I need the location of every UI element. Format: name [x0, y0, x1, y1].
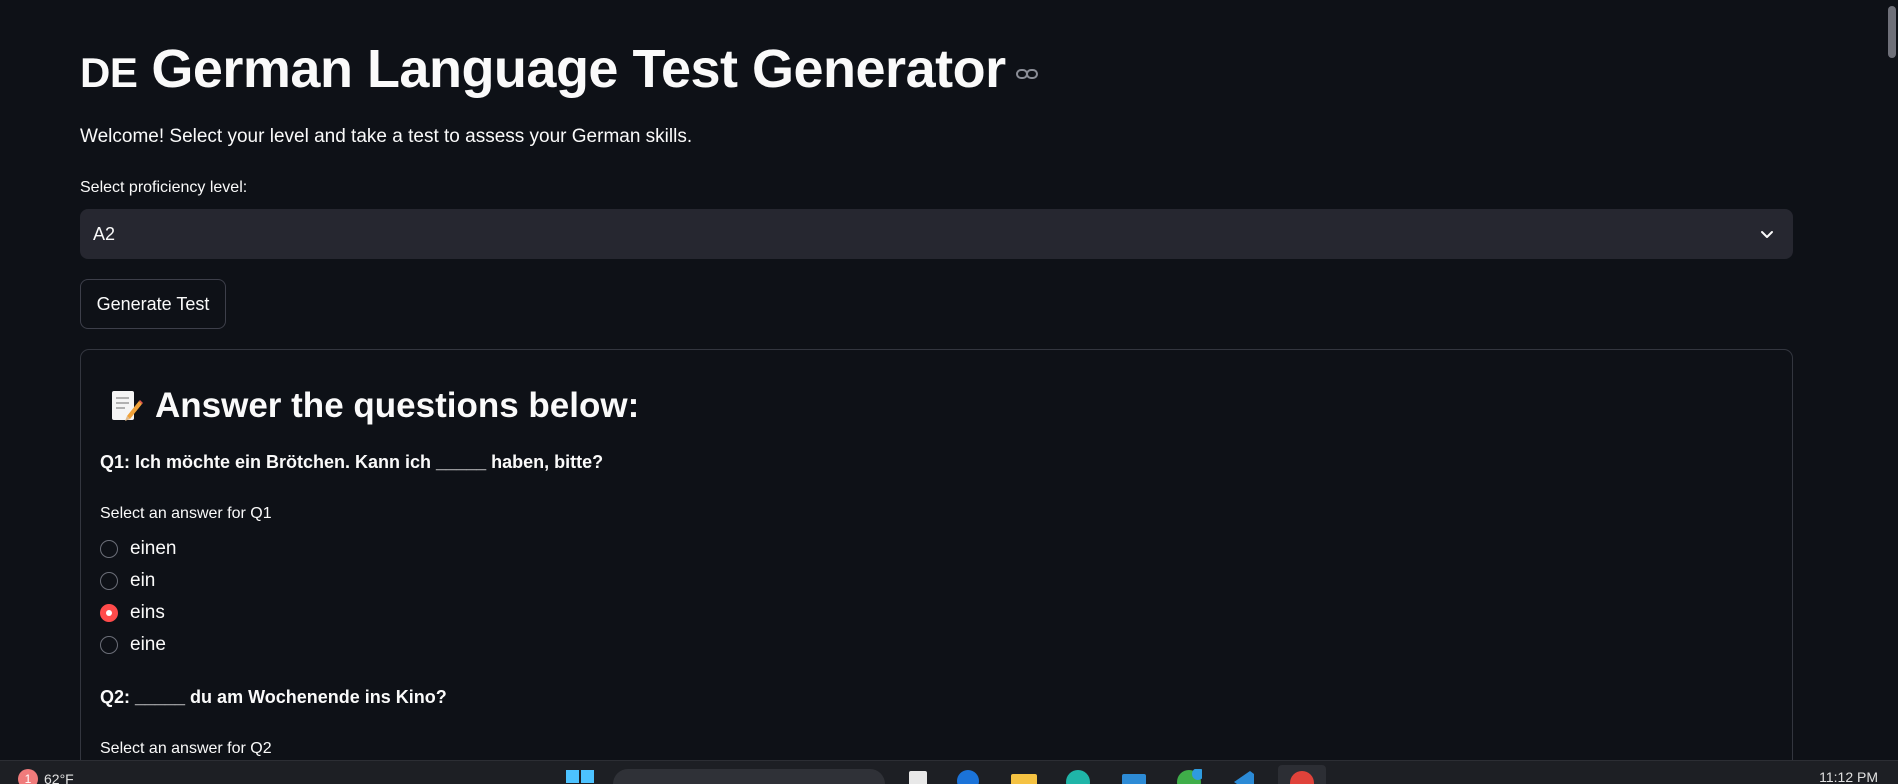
level-select-label: Select proficiency level: — [80, 179, 248, 196]
weather-badge[interactable]: 1 — [18, 769, 38, 784]
active-app-icon[interactable] — [1278, 765, 1326, 784]
title-text: German Language Test Generator — [151, 39, 1006, 99]
store-icon[interactable] — [1120, 769, 1148, 784]
q1-option-eins[interactable]: eins — [100, 602, 165, 624]
question-1-prompt: Select an answer for Q1 — [100, 505, 272, 522]
page-title: DE German Language Test Generator — [80, 38, 1038, 100]
weather-temperature[interactable]: 62°F — [44, 771, 74, 784]
teal-app-icon[interactable] — [1065, 769, 1091, 784]
taskbar-clock[interactable]: 11:12 PM — [1819, 769, 1878, 784]
test-card-title: Answer the questions below: — [107, 386, 639, 426]
question-1-text: Q1: Ich möchte ein Brötchen. Kann ich __… — [100, 452, 604, 472]
page-scrollbar[interactable] — [1886, 0, 1898, 760]
option-label: einen — [130, 538, 177, 559]
os-taskbar: 1 62°F 11:12 PM — [0, 760, 1898, 784]
question-2-text: Q2: _____ du am Wochenende ins Kino? — [100, 687, 447, 707]
flag-de-icon: DE — [80, 49, 138, 96]
q1-option-eine[interactable]: eine — [100, 634, 166, 656]
memo-icon — [107, 388, 143, 424]
file-explorer-icon[interactable] — [1010, 769, 1038, 784]
app-window: DE German Language Test Generator Welcom… — [0, 0, 1898, 760]
test-card-title-text: Answer the questions below: — [155, 386, 640, 425]
q1-option-einen[interactable]: einen — [100, 538, 177, 560]
radio-unchecked[interactable] — [100, 572, 118, 590]
taskbar-search[interactable] — [613, 769, 885, 784]
question-2-prompt: Select an answer for Q2 — [100, 740, 272, 757]
option-label: eine — [130, 634, 166, 655]
edge-icon[interactable] — [956, 769, 980, 784]
chrome-icon[interactable] — [1176, 768, 1204, 784]
welcome-text: Welcome! Select your level and take a te… — [80, 126, 693, 147]
level-select[interactable]: A2 — [80, 209, 1793, 259]
scrollbar-thumb[interactable] — [1888, 6, 1896, 58]
vscode-icon[interactable] — [1230, 769, 1256, 784]
test-card: Answer the questions below: Q1: Ich möch… — [80, 349, 1793, 760]
task-view-icon[interactable] — [907, 769, 929, 784]
radio-unchecked[interactable] — [100, 636, 118, 654]
q1-option-ein[interactable]: ein — [100, 570, 155, 592]
radio-checked[interactable] — [100, 604, 118, 622]
generate-test-button[interactable]: Generate Test — [80, 279, 226, 329]
option-label: eins — [130, 602, 165, 623]
windows-start-icon[interactable] — [565, 769, 595, 784]
radio-unchecked[interactable] — [100, 540, 118, 558]
anchor-link-icon[interactable] — [1015, 32, 1038, 79]
level-select-value: A2 — [93, 223, 116, 244]
chevron-down-icon — [1759, 226, 1775, 242]
option-label: ein — [130, 570, 156, 591]
